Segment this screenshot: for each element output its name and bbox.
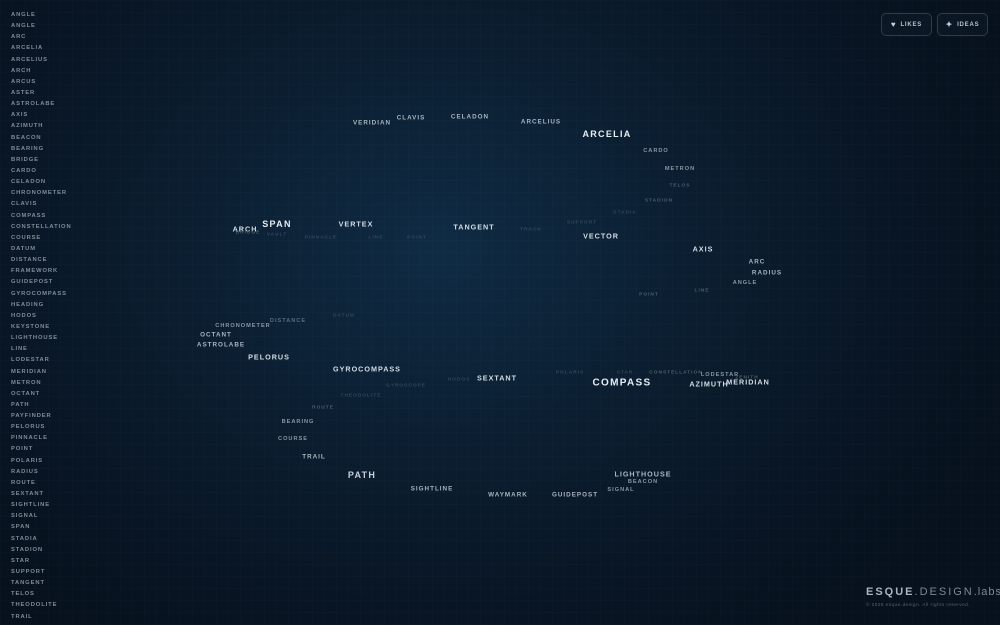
cloud-word-compass[interactable]: COMPASS [593,378,652,389]
cloud-word-bridge[interactable]: BRIDGE [236,231,261,236]
cloud-word-stadia[interactable]: STADIA [613,211,637,216]
cloud-word-signal[interactable]: SIGNAL [607,487,634,493]
cloud-word-vault[interactable]: VAULT [267,233,287,238]
cloud-word-sextant[interactable]: SEXTANT [477,374,517,383]
cloud-word-veridian[interactable]: VERIDIAN [353,120,391,127]
cloud-word-constellation[interactable]: CONSTELLATION [649,371,702,376]
cloud-word-azimuth[interactable]: AZIMUTH [689,380,728,389]
cloud-word-cardo[interactable]: CARDO [643,148,669,154]
cloud-word-polaris[interactable]: POLARIS [556,371,584,376]
cloud-word-guidepost[interactable]: GUIDEPOST [552,492,598,499]
cloud-word-vertex[interactable]: VERTEX [339,220,374,229]
cloud-word-sightline[interactable]: SIGHTLINE [411,486,454,493]
cloud-word-pinnacle[interactable]: PINNACLE [305,236,338,241]
cloud-word-celadon[interactable]: CELADON [451,114,489,121]
cloud-word-gyroscope[interactable]: GYROSCOPE [386,384,426,389]
brand-mid: .DESIGN [914,586,974,598]
cloud-word-chronometer[interactable]: CHRONOMETER [215,323,270,329]
cloud-word-radius[interactable]: RADIUS [752,270,782,277]
cloud-word-pelorus[interactable]: PELORUS [248,353,290,362]
cloud-word-point[interactable]: POINT [407,236,427,241]
cloud-word-arc[interactable]: ARC [749,259,766,266]
cloud-word-astrolabe[interactable]: ASTROLABE [197,342,245,349]
cloud-word-support[interactable]: SUPPORT [567,221,597,226]
cloud-word-angle[interactable]: ANGLE [733,280,758,286]
copyright-text: © 2025 esque.design. All rights reserved… [866,603,970,608]
cloud-word-meridian[interactable]: MERIDIAN [726,378,770,387]
cloud-word-distance[interactable]: DISTANCE [270,318,306,324]
cloud-word-clavis[interactable]: CLAVIS [397,115,426,122]
cloud-word-trail[interactable]: TRAIL [302,454,326,461]
cloud-word-track[interactable]: TRACK [520,228,542,233]
cloud-word-arcelius[interactable]: ARCELIUS [521,119,561,126]
cloud-word-octant[interactable]: OCTANT [200,332,232,339]
cloud-word-bearing[interactable]: BEARING [282,419,315,425]
cloud-word-point-2[interactable]: POINT [639,293,659,298]
cloud-word-beacon[interactable]: BEACON [628,479,658,485]
cloud-word-span[interactable]: SPAN [262,219,292,229]
cloud-word-stadion[interactable]: STADION [645,199,673,204]
cloud-word-theodolite[interactable]: THEODOLITE [341,394,382,399]
cloud-word-tangent[interactable]: TANGENT [453,223,494,232]
cloud-word-arcelia[interactable]: ARCELIA [582,129,631,139]
cloud-word-gyrocompass[interactable]: GYROCOMPASS [333,365,401,374]
cloud-word-vector[interactable]: VECTOR [583,232,619,241]
cloud-word-datum[interactable]: DATUM [333,314,355,319]
brand-labs: .labs [973,586,1000,598]
cloud-word-course[interactable]: COURSE [278,436,308,442]
cloud-word-line-2[interactable]: LINE [695,289,710,294]
cloud-word-axis[interactable]: AXIS [693,245,714,254]
brand-logo[interactable]: ESQUE.DESIGN.labs [866,586,1000,598]
cloud-word-path[interactable]: PATH [348,470,376,480]
word-cloud: VERIDIAN CLAVIS CELADON ARCELIUS ARCELIA… [0,0,1000,625]
cloud-word-line[interactable]: LINE [369,236,384,241]
cloud-word-route[interactable]: ROUTE [312,406,334,411]
brand-main: ESQUE [866,586,915,598]
cloud-word-waymark[interactable]: WAYMARK [488,492,528,499]
cloud-word-lighthouse[interactable]: LIGHTHOUSE [614,470,671,479]
cloud-word-hodos[interactable]: HODOS [448,378,471,383]
cloud-word-telos[interactable]: TELOS [670,184,691,189]
cloud-word-star[interactable]: STAR [617,371,634,376]
cloud-word-metron[interactable]: METRON [665,166,695,172]
